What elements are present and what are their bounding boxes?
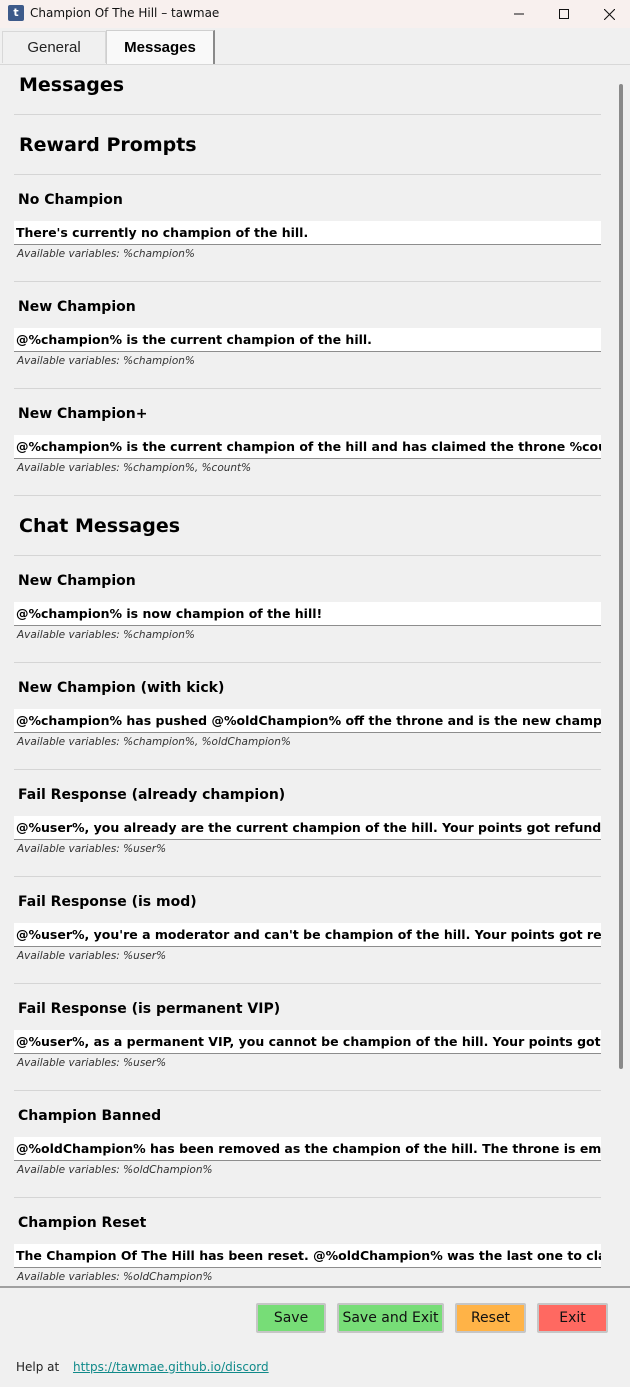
field-label: Champion Banned: [18, 1108, 162, 1124]
divider: [14, 495, 601, 496]
variables-hint: Available variables: %champion%: [17, 629, 195, 641]
field-label: Fail Response (is mod): [18, 894, 197, 910]
variables-hint: Available variables: %oldChampion%: [17, 1271, 213, 1283]
field-label: New Champion: [18, 573, 136, 589]
divider: [14, 983, 601, 984]
variables-hint: Available variables: %user%: [17, 1057, 167, 1069]
help-label: Help at: [16, 1360, 60, 1374]
message-input[interactable]: The Champion Of The Hill has been reset.…: [14, 1244, 601, 1268]
scrollbar-thumb[interactable]: [619, 84, 623, 1069]
message-input[interactable]: @%champion% is now champion of the hill!: [14, 602, 601, 626]
tab-bar: General Messages: [0, 28, 630, 65]
save-button[interactable]: Save: [256, 1303, 326, 1333]
minimize-button[interactable]: [496, 0, 542, 28]
maximize-icon: [559, 9, 569, 19]
divider: [14, 662, 601, 663]
field-label: Fail Response (already champion): [18, 787, 286, 803]
message-input[interactable]: @%user%, as a permanent VIP, you cannot …: [14, 1030, 601, 1054]
message-input[interactable]: @%oldChampion% has been removed as the c…: [14, 1137, 601, 1161]
section-title-chat: Chat Messages: [19, 515, 181, 537]
title-bar: t Champion Of The Hill – tawmae: [0, 0, 630, 28]
message-input[interactable]: @%champion% is the current champion of t…: [14, 435, 601, 459]
message-input[interactable]: @%user%, you're a moderator and can't be…: [14, 923, 601, 947]
field-label: New Champion: [18, 299, 136, 315]
message-input[interactable]: @%champion% is the current champion of t…: [14, 328, 601, 352]
field-label: Fail Response (is permanent VIP): [18, 1001, 281, 1017]
tab-messages[interactable]: Messages: [106, 30, 215, 64]
variables-hint: Available variables: %oldChampion%: [17, 1164, 213, 1176]
divider: [14, 1090, 601, 1091]
variables-hint: Available variables: %champion%, %count%: [17, 462, 252, 474]
tab-general[interactable]: General: [2, 31, 106, 63]
field-label: No Champion: [18, 192, 123, 208]
variables-hint: Available variables: %user%: [17, 843, 167, 855]
message-input[interactable]: @%champion% has pushed @%oldChampion% of…: [14, 709, 601, 733]
field-label: New Champion (with kick): [18, 680, 225, 696]
scrollbar[interactable]: [614, 70, 628, 1285]
divider: [14, 174, 601, 175]
divider: [14, 388, 601, 389]
messages-panel: Messages Reward Prompts No Champion Ther…: [0, 64, 612, 1286]
message-input[interactable]: There's currently no champion of the hil…: [14, 221, 601, 245]
divider: [14, 769, 601, 770]
field-label: Champion Reset: [18, 1215, 147, 1231]
divider: [14, 1197, 601, 1198]
app-icon: t: [8, 5, 24, 21]
close-icon: [603, 8, 615, 20]
minimize-icon: [514, 13, 524, 15]
divider: [14, 114, 601, 115]
save-and-exit-button[interactable]: Save and Exit: [337, 1303, 444, 1333]
window-title: Champion Of The Hill – tawmae: [30, 6, 220, 20]
variables-hint: Available variables: %champion%: [17, 248, 195, 260]
variables-hint: Available variables: %user%: [17, 950, 167, 962]
page-title: Messages: [19, 74, 125, 96]
help-link[interactable]: https://tawmae.github.io/discord: [73, 1360, 269, 1374]
reset-button[interactable]: Reset: [455, 1303, 526, 1333]
field-label: New Champion+: [18, 406, 148, 422]
maximize-button[interactable]: [541, 0, 587, 28]
divider: [14, 555, 601, 556]
section-title-reward: Reward Prompts: [19, 134, 197, 156]
variables-hint: Available variables: %champion%, %oldCha…: [17, 736, 291, 748]
message-input[interactable]: @%user%, you already are the current cha…: [14, 816, 601, 840]
variables-hint: Available variables: %champion%: [17, 355, 195, 367]
divider: [14, 876, 601, 877]
exit-button[interactable]: Exit: [537, 1303, 608, 1333]
close-button[interactable]: [586, 0, 630, 28]
divider: [14, 281, 601, 282]
